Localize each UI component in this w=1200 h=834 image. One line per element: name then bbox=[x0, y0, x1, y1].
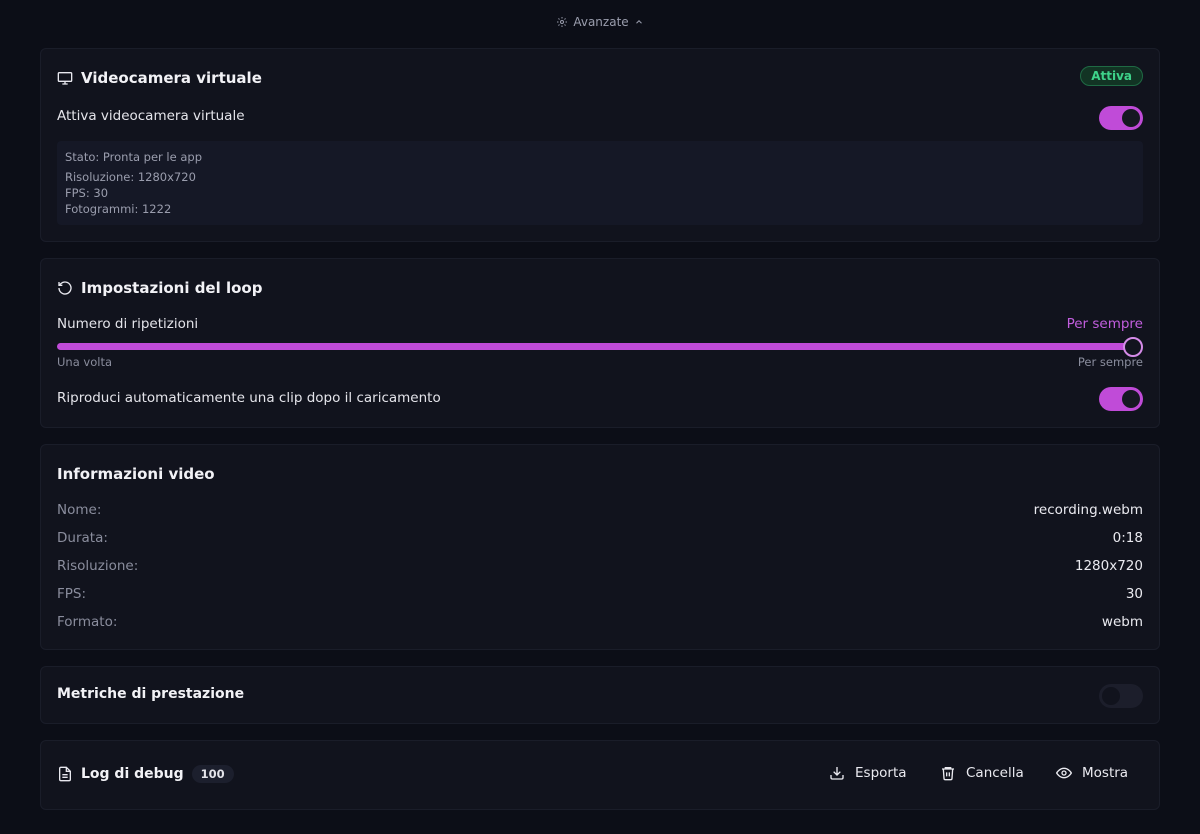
loop-settings-title-text: Impostazioni del loop bbox=[81, 279, 263, 297]
virtual-camera-toggle[interactable] bbox=[1099, 106, 1143, 130]
virtual-camera-title: Videocamera virtuale bbox=[57, 69, 262, 87]
status-resolution: Risoluzione: 1280x720 bbox=[65, 170, 196, 184]
debug-log-count: 100 bbox=[191, 765, 234, 783]
debug-log-title: Log di debug 100 bbox=[57, 765, 234, 783]
status-fps: FPS: 30 bbox=[65, 186, 109, 200]
eye-icon bbox=[1056, 765, 1072, 781]
slider-max-label: Per sempre bbox=[1077, 355, 1143, 369]
info-row-format: Formato: webm bbox=[57, 614, 1143, 630]
status-frames: Fotogrammi: 1222 bbox=[65, 202, 172, 216]
autoplay-label: Riproduci automaticamente una clip dopo … bbox=[57, 390, 441, 406]
info-key: Formato: bbox=[57, 614, 118, 630]
video-info-card: Informazioni video Nome: recording.webm … bbox=[40, 444, 1160, 650]
virtual-camera-title-text: Videocamera virtuale bbox=[81, 69, 262, 87]
info-row-fps: FPS: 30 bbox=[57, 586, 1143, 602]
performance-title: Metriche di prestazione bbox=[57, 686, 245, 702]
toggle-knob bbox=[1122, 109, 1140, 127]
monitor-icon bbox=[57, 70, 73, 86]
info-value: recording.webm bbox=[1033, 502, 1143, 518]
performance-toggle[interactable] bbox=[1099, 684, 1143, 708]
clear-label: Cancella bbox=[966, 765, 1024, 781]
info-key: FPS: bbox=[57, 586, 87, 602]
gear-icon bbox=[556, 16, 568, 28]
show-button[interactable]: Mostra bbox=[1056, 765, 1128, 781]
info-row-resolution: Risoluzione: 1280x720 bbox=[57, 558, 1143, 574]
virtual-camera-card: Videocamera virtuale Attiva Attiva video… bbox=[40, 48, 1160, 242]
download-icon bbox=[829, 765, 845, 781]
export-button[interactable]: Esporta bbox=[829, 765, 907, 781]
autoplay-toggle[interactable] bbox=[1099, 387, 1143, 411]
info-key: Nome: bbox=[57, 502, 102, 518]
info-value: 0:18 bbox=[1112, 530, 1143, 546]
trash-icon bbox=[940, 765, 956, 781]
status-state: Stato: Pronta per le app bbox=[65, 150, 203, 164]
info-row-duration: Durata: 0:18 bbox=[57, 530, 1143, 546]
repetitions-slider-track[interactable] bbox=[57, 343, 1133, 350]
debug-log-title-text: Log di debug bbox=[81, 766, 184, 782]
loop-settings-title: Impostazioni del loop bbox=[57, 279, 262, 297]
toggle-knob bbox=[1102, 687, 1120, 705]
repetitions-value: Per sempre bbox=[1066, 316, 1143, 332]
file-text-icon bbox=[57, 766, 73, 782]
export-label: Esporta bbox=[855, 765, 907, 781]
rotate-ccw-icon bbox=[57, 280, 73, 296]
info-key: Durata: bbox=[57, 530, 108, 546]
clear-button[interactable]: Cancella bbox=[940, 765, 1024, 781]
status-badge: Attiva bbox=[1080, 66, 1143, 86]
repetitions-label: Numero di ripetizioni bbox=[57, 316, 199, 332]
show-label: Mostra bbox=[1082, 765, 1129, 781]
chevron-up-icon bbox=[634, 17, 644, 27]
advanced-label: Avanzate bbox=[573, 15, 629, 29]
advanced-toggle[interactable]: Avanzate bbox=[0, 15, 1200, 29]
debug-log-card: Log di debug 100 Esporta Cancella Mostra bbox=[40, 740, 1160, 810]
video-info-title: Informazioni video bbox=[57, 465, 215, 483]
performance-card: Metriche di prestazione bbox=[40, 666, 1160, 724]
virtual-camera-toggle-label: Attiva videocamera virtuale bbox=[57, 108, 245, 124]
info-row-name: Nome: recording.webm bbox=[57, 502, 1143, 518]
slider-min-label: Una volta bbox=[57, 355, 113, 369]
info-value: webm bbox=[1101, 614, 1143, 630]
repetitions-slider-thumb[interactable] bbox=[1123, 337, 1143, 357]
info-key: Risoluzione: bbox=[57, 558, 139, 574]
toggle-knob bbox=[1122, 390, 1140, 408]
loop-settings-card: Impostazioni del loop Numero di ripetizi… bbox=[40, 258, 1160, 428]
status-box: Stato: Pronta per le app Risoluzione: 12… bbox=[57, 141, 1143, 225]
info-value: 1280x720 bbox=[1074, 558, 1143, 574]
info-value: 30 bbox=[1125, 586, 1143, 602]
